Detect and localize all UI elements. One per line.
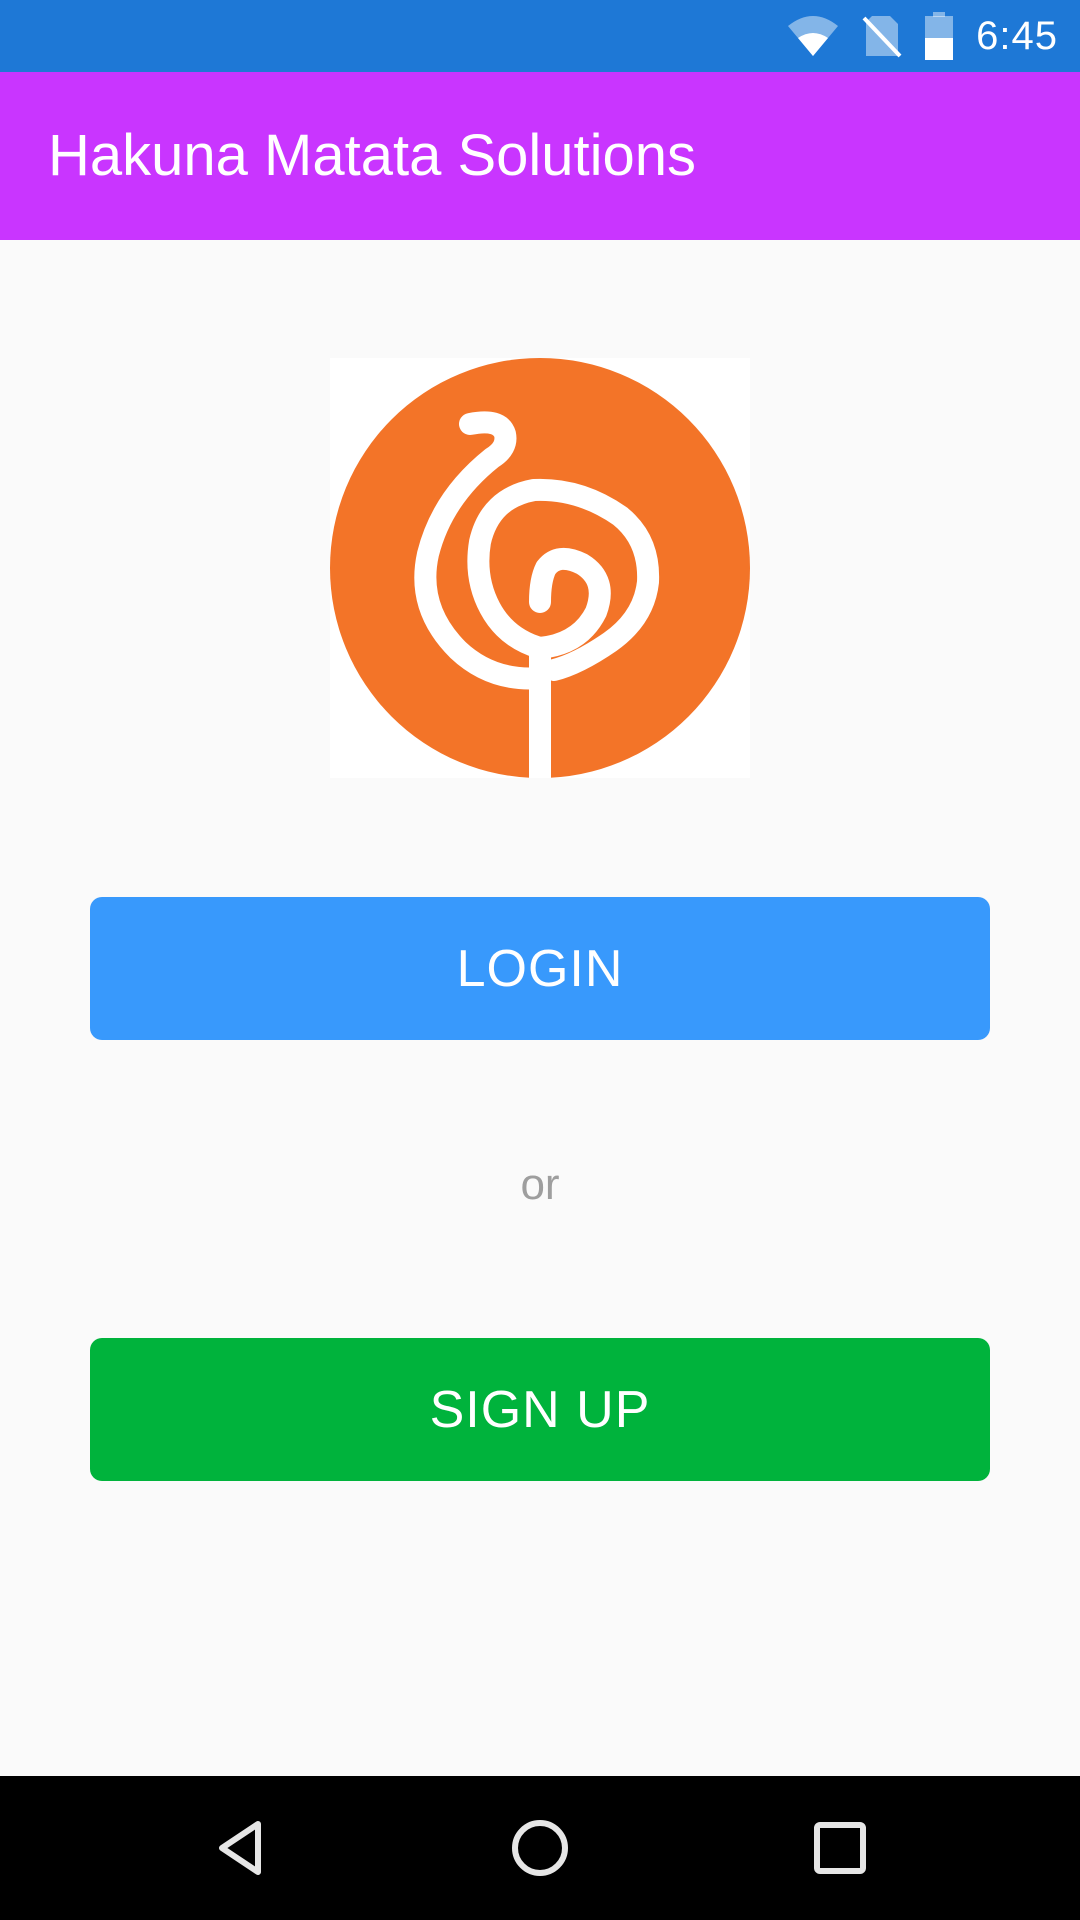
home-button[interactable] [468, 1776, 612, 1920]
app-bar: Hakuna Matata Solutions [0, 72, 1080, 240]
no-sim-icon [862, 16, 902, 58]
navigation-bar [0, 1776, 1080, 1920]
signup-button[interactable]: SIGN UP [90, 1338, 990, 1481]
status-icons: 6:45 [786, 0, 1058, 72]
recents-icon [814, 1822, 866, 1874]
or-separator: or [520, 1160, 560, 1209]
login-button-label: LOGIN [456, 939, 624, 998]
swirl-logo-icon [330, 358, 750, 789]
status-clock: 6:45 [976, 13, 1058, 58]
signup-button-label: SIGN UP [429, 1380, 651, 1439]
home-icon [512, 1820, 568, 1876]
wifi-icon [788, 16, 839, 56]
status-bar: 6:45 [0, 0, 1080, 72]
logo [330, 358, 750, 789]
back-icon [219, 1821, 261, 1875]
battery-icon [925, 12, 954, 60]
login-button[interactable]: LOGIN [90, 897, 990, 1040]
recents-button[interactable] [768, 1776, 912, 1920]
back-button[interactable] [168, 1776, 312, 1920]
app-title: Hakuna Matata Solutions [48, 123, 697, 188]
